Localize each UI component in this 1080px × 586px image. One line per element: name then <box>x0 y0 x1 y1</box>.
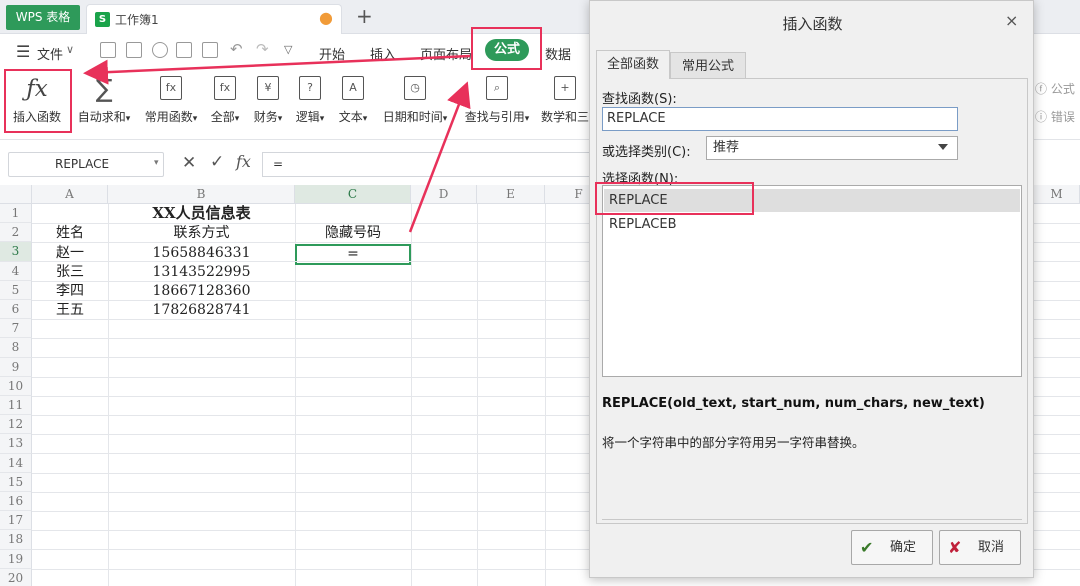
tab-all-functions[interactable]: 全部函数 <box>596 50 670 79</box>
arrow-to-formula-tab <box>408 81 471 233</box>
arrow-to-insert-function <box>83 54 471 85</box>
annotation-arrows <box>83 54 471 233</box>
